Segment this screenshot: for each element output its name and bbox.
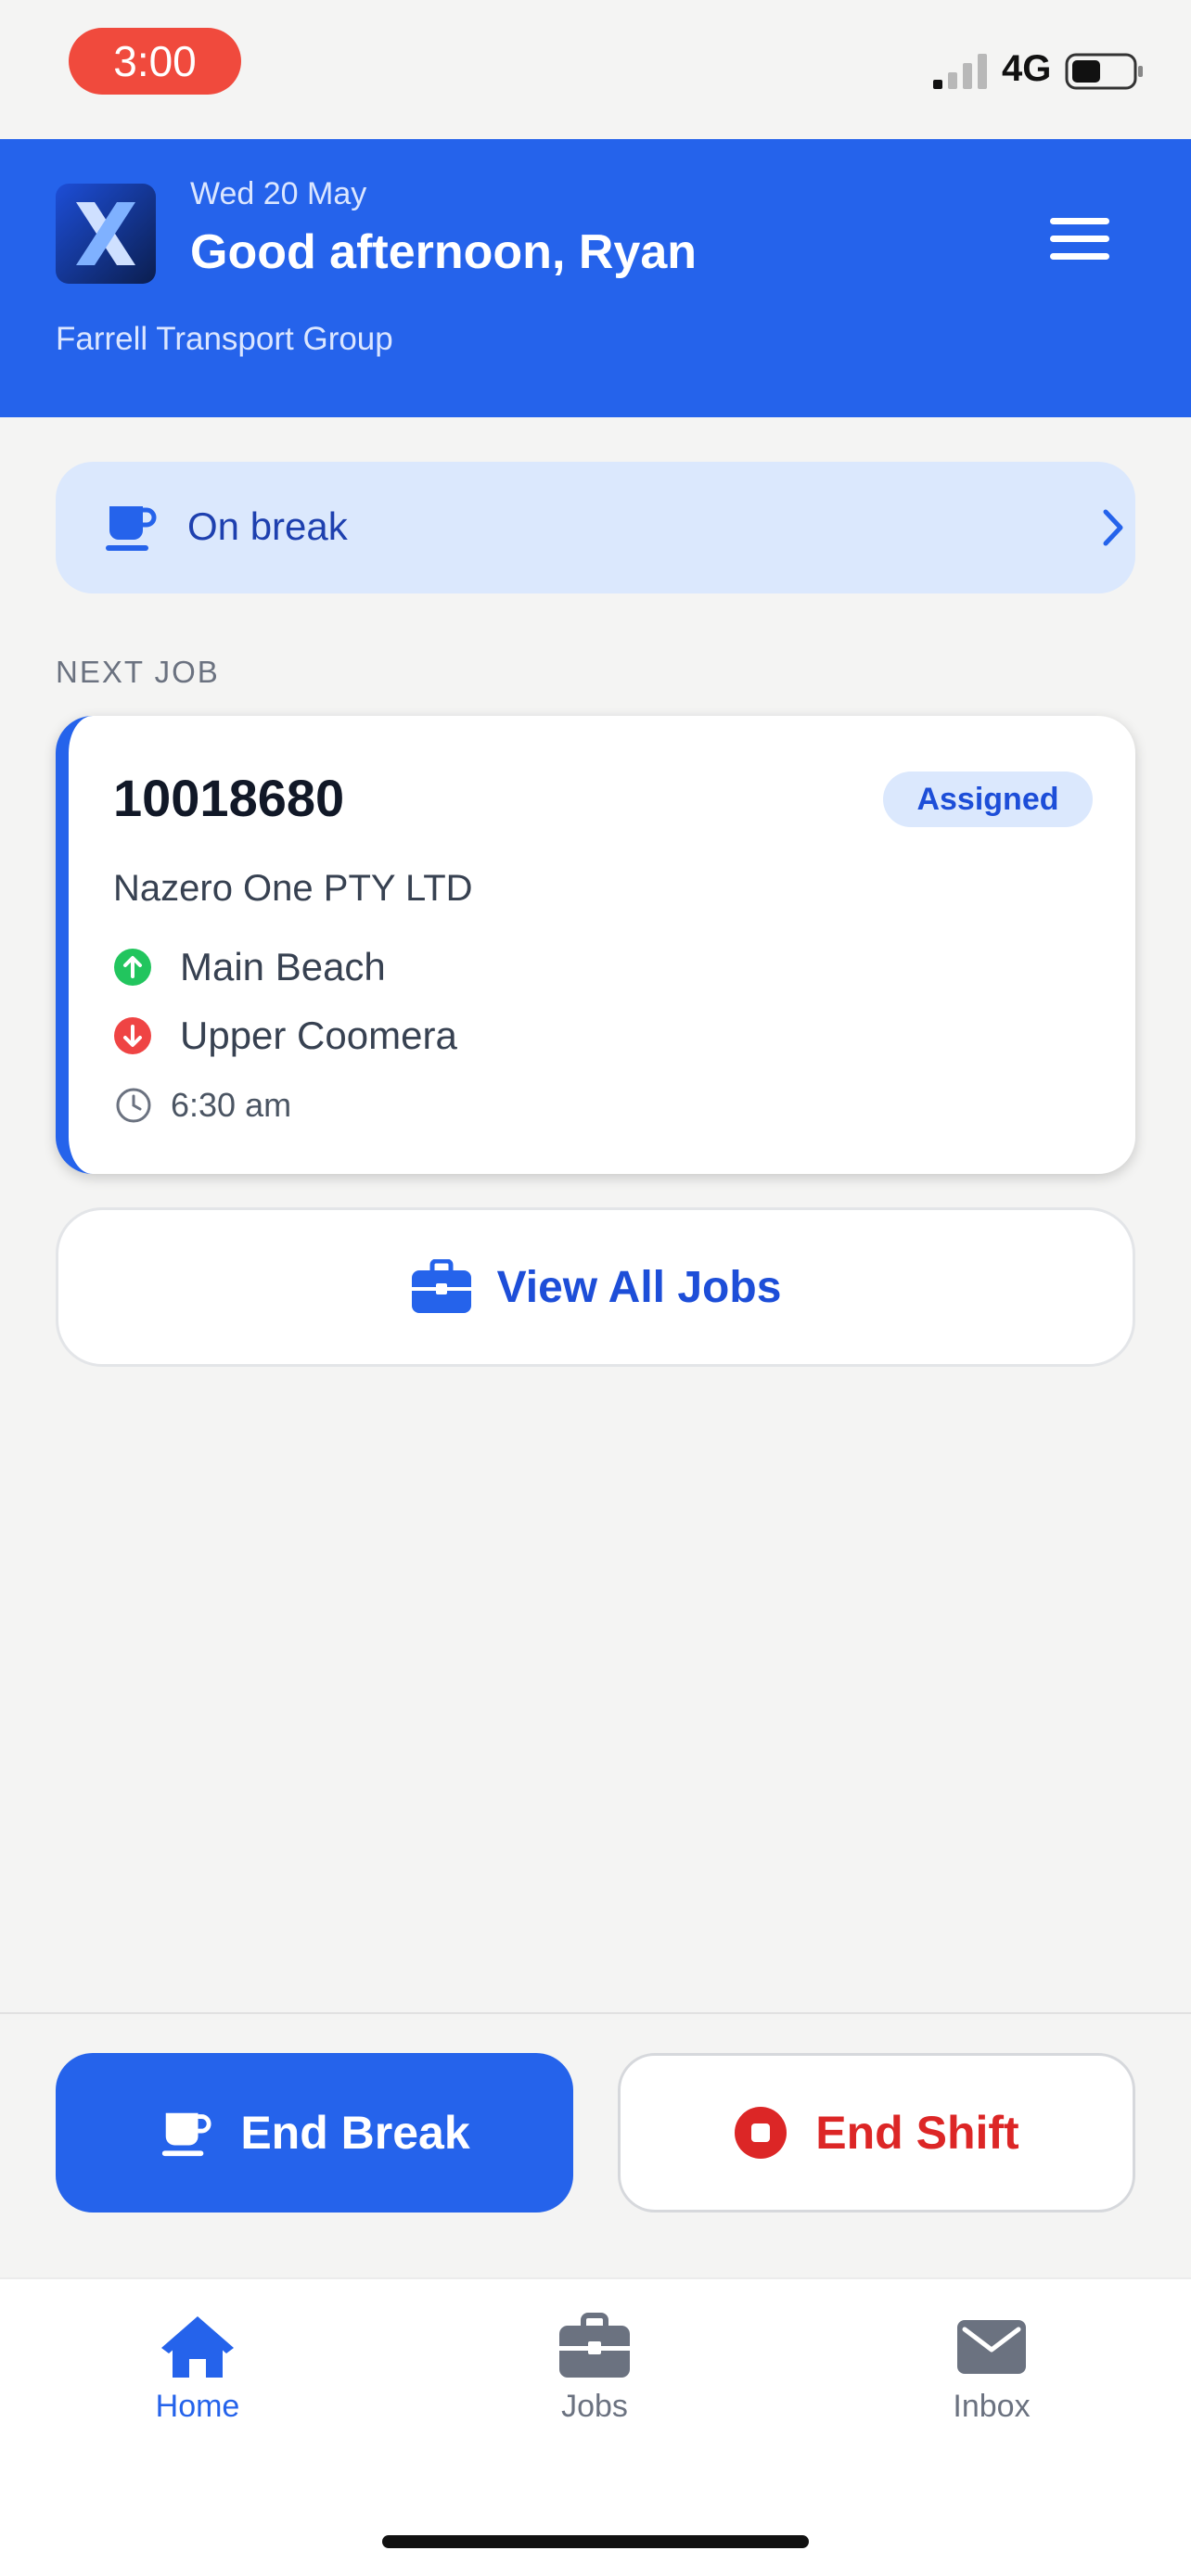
- chevron-right-icon: [1103, 509, 1123, 546]
- tab-jobs[interactable]: Jobs: [502, 2313, 687, 2425]
- dropoff-label: Upper Coomera: [180, 1014, 457, 1057]
- coffee-cup-icon: [162, 2112, 211, 2157]
- tab-home[interactable]: Home: [105, 2313, 290, 2425]
- signal-icon: [933, 54, 987, 89]
- view-all-jobs-button[interactable]: View All Jobs: [56, 1207, 1135, 1367]
- tab-jobs-label: Jobs: [561, 2389, 628, 2424]
- briefcase-icon: [559, 2313, 630, 2378]
- header-date: Wed 20 May: [190, 176, 367, 211]
- status-bar: 3:00 4G: [0, 0, 1191, 139]
- end-break-label: End Break: [240, 2107, 470, 2159]
- battery-icon: [1065, 53, 1143, 90]
- customer-name: Nazero One PTY LTD: [113, 868, 473, 909]
- break-status-label: On break: [187, 504, 348, 548]
- app-header: Wed 20 May Good afternoon, Ryan Farrell …: [0, 139, 1191, 417]
- job-number: 10018680: [113, 769, 345, 827]
- break-status-banner[interactable]: On break: [56, 462, 1135, 593]
- briefcase-icon: [411, 1259, 471, 1313]
- pickup-label: Main Beach: [180, 945, 386, 988]
- next-job-card[interactable]: 10018680 Assigned Nazero One PTY LTD Mai…: [56, 716, 1135, 1174]
- company-name: Farrell Transport Group: [56, 321, 393, 357]
- view-all-jobs-label: View All Jobs: [496, 1262, 782, 1312]
- coffee-cup-icon: [106, 506, 157, 551]
- home-indicator: [382, 2535, 809, 2548]
- end-shift-button[interactable]: End Shift: [618, 2053, 1135, 2213]
- end-break-button[interactable]: End Break: [56, 2053, 573, 2213]
- company-logo: [56, 184, 156, 284]
- network-type: 4G: [1002, 48, 1052, 89]
- end-shift-label: End Shift: [815, 2107, 1019, 2159]
- status-time: 3:00: [69, 28, 241, 95]
- shift-actions: End Break End Shift: [0, 2012, 1191, 2277]
- job-time: 6:30 am: [115, 1085, 291, 1126]
- dropoff-location: Upper Coomera: [113, 1013, 457, 1059]
- arrow-down-circle-icon: [114, 1017, 151, 1054]
- arrow-up-circle-icon: [114, 949, 151, 986]
- tab-home-label: Home: [155, 2389, 240, 2424]
- home-icon: [161, 2316, 234, 2378]
- greeting-title: Good afternoon, Ryan: [190, 225, 697, 279]
- mail-icon: [957, 2320, 1026, 2374]
- job-time-label: 6:30 am: [171, 1086, 292, 1124]
- hamburger-icon: [1050, 218, 1109, 260]
- tab-inbox-label: Inbox: [953, 2389, 1031, 2424]
- next-job-section-label: NEXT JOB: [56, 655, 220, 689]
- clock-icon: [116, 1088, 151, 1123]
- stop-circle-icon: [735, 2107, 788, 2159]
- pickup-location: Main Beach: [113, 944, 386, 990]
- tab-bar: Home Jobs Inbox: [0, 2277, 1191, 2576]
- status-badge: Assigned: [883, 772, 1093, 827]
- menu-button[interactable]: [1039, 206, 1121, 273]
- tab-inbox[interactable]: Inbox: [899, 2313, 1084, 2425]
